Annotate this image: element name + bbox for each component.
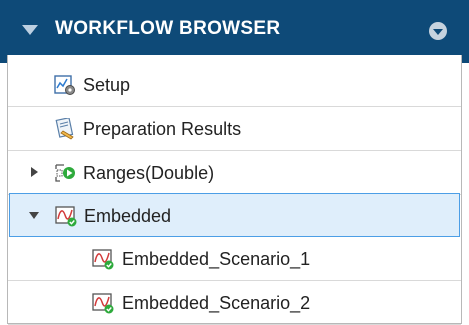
ranges-icon <box>55 164 75 182</box>
scenario-icon <box>92 293 114 314</box>
panel-menu-button[interactable] <box>429 22 447 40</box>
workflow-browser-panel: WORKFLOW BROWSER Setup Preparation Resul <box>0 0 469 325</box>
embedded-icon <box>55 206 77 227</box>
workflow-tree: Setup Preparation Results Ranges(Double)… <box>7 55 462 325</box>
tree-item-embedded[interactable]: Embedded <box>9 193 460 237</box>
tree-item-setup[interactable]: Setup <box>8 63 461 107</box>
tree-item-label: Preparation Results <box>83 119 242 139</box>
panel-title: WORKFLOW BROWSER <box>55 18 281 39</box>
tree-item-label: Setup <box>83 75 131 95</box>
tree-item-label: Ranges(Double) <box>83 163 215 183</box>
expand-arrow-icon[interactable] <box>28 166 40 178</box>
tree-item-label: Embedded_Scenario_1 <box>122 249 311 269</box>
tree-item-embedded-scenario-1[interactable]: Embedded_Scenario_1 <box>8 237 461 281</box>
setup-icon <box>54 75 75 95</box>
panel-header: WORKFLOW BROWSER <box>0 0 469 63</box>
preparation-results-icon <box>55 118 74 140</box>
tree-item-ranges-double[interactable]: Ranges(Double) <box>8 151 461 195</box>
collapse-arrow-icon[interactable] <box>28 209 40 221</box>
tree-item-label: Embedded_Scenario_2 <box>122 293 311 313</box>
scenario-icon <box>92 249 114 270</box>
tree-item-embedded-scenario-2[interactable]: Embedded_Scenario_2 <box>8 281 461 325</box>
collapse-panel-icon[interactable] <box>22 25 38 35</box>
tree-item-label: Embedded <box>84 206 172 226</box>
tree-item-preparation-results[interactable]: Preparation Results <box>8 107 461 151</box>
